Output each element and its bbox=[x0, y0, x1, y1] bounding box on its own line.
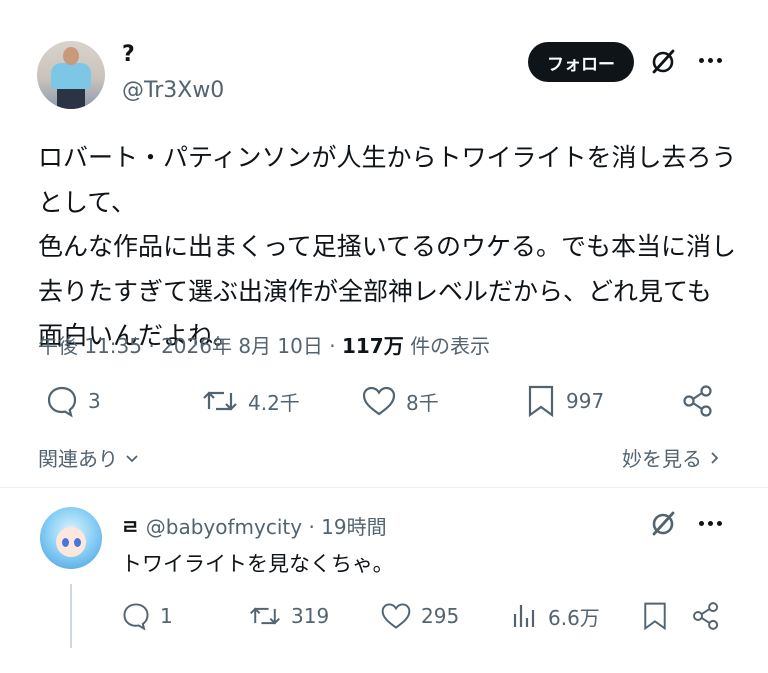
grok-icon[interactable] bbox=[648, 47, 678, 77]
related-label: 関連あり bbox=[38, 447, 118, 471]
reply-bookmark-button[interactable] bbox=[640, 600, 670, 632]
bookmark-icon bbox=[644, 602, 666, 631]
reply-time[interactable]: 19時間 bbox=[321, 515, 386, 539]
reply-repost-button[interactable]: 319 bbox=[247, 600, 329, 632]
more-icon[interactable] bbox=[699, 521, 722, 526]
tweet-time[interactable]: 午後 11:35 bbox=[38, 334, 142, 358]
share-icon bbox=[683, 385, 712, 417]
bookmark-icon bbox=[528, 385, 554, 418]
tweet-date[interactable]: 2026年 8月 10日 bbox=[161, 334, 323, 358]
comment-icon bbox=[47, 386, 77, 418]
chevron-right-icon bbox=[711, 451, 719, 464]
thread-line bbox=[70, 584, 72, 648]
repost-count: 4.2千 bbox=[248, 390, 300, 415]
heart-icon bbox=[381, 603, 411, 629]
grok-icon[interactable] bbox=[648, 509, 678, 539]
reply-reply-button[interactable]: 1 bbox=[120, 600, 173, 632]
author-name[interactable]: ? bbox=[122, 42, 135, 67]
bookmark-count: 997 bbox=[566, 389, 605, 413]
more-icon[interactable] bbox=[699, 58, 722, 63]
author-avatar[interactable] bbox=[37, 41, 105, 109]
divider bbox=[0, 487, 768, 488]
reply-views-count: 6.6万 bbox=[548, 605, 600, 630]
tweet-text: ロバート・パティンソンが人生からトワイライトを消し去ろうとして、 色んな作品に出… bbox=[38, 143, 737, 350]
reply-like-count: 295 bbox=[421, 604, 460, 628]
share-button[interactable] bbox=[680, 383, 716, 419]
show-more-link[interactable]: 妙を見る bbox=[622, 443, 722, 472]
reply-button[interactable]: 3 bbox=[44, 383, 101, 419]
reply-share-button[interactable] bbox=[690, 600, 722, 632]
related-toggle[interactable]: 関連あり bbox=[38, 443, 140, 472]
view-count: 117万 bbox=[341, 334, 404, 358]
heart-icon bbox=[362, 386, 396, 416]
repost-icon bbox=[250, 607, 280, 625]
follow-button[interactable]: フォロー bbox=[528, 42, 634, 82]
comment-icon bbox=[123, 603, 149, 631]
tweet-meta: 午後 11:35 · 2026年 8月 10日 · 117万 件の表示 bbox=[38, 334, 491, 358]
analytics-icon bbox=[513, 605, 535, 627]
reply-reply-count: 1 bbox=[160, 604, 173, 628]
reply-like-button[interactable]: 295 bbox=[379, 600, 459, 632]
reply-text: トワイライトを見なくちゃ。 bbox=[121, 552, 394, 576]
chevron-down-icon bbox=[126, 454, 138, 462]
view-label: 件の表示 bbox=[410, 334, 491, 358]
reply-header: ㄹ @babyofmycity · 19時間 bbox=[121, 515, 387, 539]
reply-avatar[interactable] bbox=[40, 507, 102, 569]
reply-views-button[interactable]: 6.6万 bbox=[508, 600, 600, 632]
repost-button[interactable]: 4.2千 bbox=[200, 383, 300, 419]
reply-repost-count: 319 bbox=[291, 604, 330, 628]
show-more-label: 妙を見る bbox=[622, 447, 702, 471]
reply-handle[interactable]: @babyofmycity bbox=[146, 515, 302, 539]
reply-count: 3 bbox=[88, 389, 101, 413]
like-count: 8千 bbox=[406, 390, 439, 415]
author-handle[interactable]: @Tr3Xw0 bbox=[122, 78, 224, 103]
bookmark-button[interactable]: 997 bbox=[524, 383, 604, 419]
like-button[interactable]: 8千 bbox=[360, 383, 439, 419]
repost-icon bbox=[203, 391, 237, 411]
share-icon bbox=[693, 602, 719, 630]
reply-display-name[interactable]: ㄹ bbox=[121, 515, 139, 539]
